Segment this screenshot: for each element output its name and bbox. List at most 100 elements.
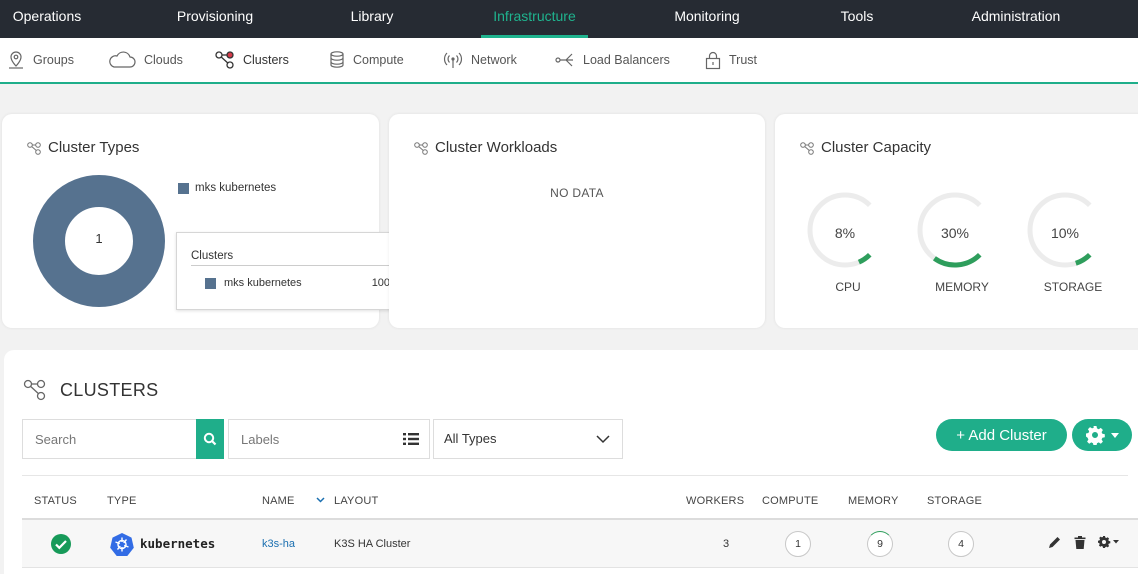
memory-gauge: 30% MEMORY [915,179,1025,309]
caret-down-icon [1111,432,1119,438]
gauge-ring [807,192,872,268]
gauge-percent: 10% [1050,225,1080,241]
storage-value: 4 [958,538,964,550]
chevron-down-icon [596,435,610,444]
settings-dropdown-button[interactable] [1072,419,1132,451]
clusters-icon [414,141,428,155]
column-header-type: TYPE [107,495,137,507]
card-title-text: Cluster Capacity [821,139,932,156]
gauge-ring [1027,192,1092,268]
labels-input[interactable] [229,420,429,458]
search-field [22,419,224,459]
subnav-clouds[interactable]: Clouds [107,47,183,73]
subnav-label: Trust [729,53,758,67]
clusters-icon [215,51,234,69]
subnav-trust[interactable]: Trust [704,47,757,73]
list-icon[interactable] [403,432,419,446]
table-row[interactable]: kubernetes k3s-ha K3S HA Cluster 3 1 9 4 [22,520,1138,568]
database-icon [330,51,344,68]
cluster-capacity-card: Cluster Capacity 8% CPU 30% MEMORY 10% S… [775,114,1138,328]
column-header-memory: MEMORY [848,495,899,507]
row-settings-icon[interactable] [1098,536,1120,548]
cluster-name-link[interactable]: k3s-ha [262,538,295,550]
add-cluster-button[interactable]: + Add Cluster [936,419,1067,451]
column-header-layout: LAYOUT [334,495,379,507]
legend-swatch [178,182,189,194]
subnav-groups[interactable]: Groups [6,47,74,73]
tooltip-swatch [205,277,216,289]
sub-navigation: Groups Clouds Clusters Compute Network L… [0,38,1138,84]
memory-indicator: 9 [867,531,893,557]
delete-icon[interactable] [1074,536,1086,549]
column-header-compute: COMPUTE [762,495,819,507]
labels-field [228,419,430,459]
gauge-percent: 30% [940,225,970,241]
gear-icon [1086,426,1105,445]
subnav-label: Load Balancers [583,53,670,67]
top-navigation: Operations Provisioning Library Infrastr… [0,0,1138,38]
clusters-icon [23,379,46,401]
nav-operations[interactable]: Operations [0,0,94,38]
search-icon [203,432,217,446]
cloud-icon [109,51,136,68]
section-divider [22,475,1128,476]
tooltip-row: mks kubernetes 100.0% [205,277,409,289]
memory-value: 9 [877,538,883,550]
nav-infrastructure[interactable]: Infrastructure [481,0,588,38]
cluster-types-title: Cluster Types [26,139,139,156]
compute-indicator: 1 [785,531,811,557]
subnav-network[interactable]: Network [442,47,517,73]
gauge-percent: 8% [834,225,856,241]
subnav-clusters[interactable]: Clusters [214,47,289,73]
legend-item[interactable]: mks kubernetes [178,182,276,194]
network-signal-icon [443,52,463,68]
tooltip-title: Clusters [191,250,234,262]
cluster-type-text: kubernetes [140,536,216,551]
gauge-ring [917,192,982,268]
subnav-compute[interactable]: Compute [328,47,404,73]
nav-tools[interactable]: Tools [830,0,884,38]
gauge-label: STORAGE [1043,280,1103,294]
no-data-message: NO DATA [550,186,604,200]
clusters-icon [800,141,814,155]
tooltip-label: mks kubernetes [224,277,302,289]
subnav-label: Compute [353,53,404,67]
nav-provisioning[interactable]: Provisioning [150,0,280,38]
subnav-label: Clusters [243,53,289,67]
cluster-workers: 3 [723,538,730,550]
nav-library[interactable]: Library [332,0,412,38]
clusters-section: CLUSTERS All Types + Add Cluster STATUS … [4,350,1138,574]
card-title-text: Cluster Workloads [435,139,558,156]
tooltip-divider [191,265,411,266]
edit-icon[interactable] [1048,536,1061,549]
gauge-label: MEMORY [935,280,989,294]
column-header-workers: WORKERS [686,495,745,507]
clusters-icon [27,141,41,155]
search-button[interactable] [196,419,224,459]
subnav-label: Groups [33,53,74,67]
cluster-capacity-title: Cluster Capacity [799,139,931,156]
search-input[interactable] [23,420,223,458]
compute-value: 1 [795,538,801,550]
nav-administration[interactable]: Administration [962,0,1070,38]
map-pin-icon [9,51,23,69]
sort-down-icon[interactable] [316,497,325,503]
column-header-name[interactable]: NAME [262,495,295,507]
lock-icon [705,51,721,70]
cpu-gauge: 8% CPU [805,179,915,309]
column-header-storage: STORAGE [927,495,982,507]
subnav-label: Clouds [144,53,183,67]
column-header-status: STATUS [34,495,77,507]
nav-monitoring[interactable]: Monitoring [662,0,752,38]
status-ok-icon [51,534,71,554]
clusters-heading: CLUSTERS [22,378,158,402]
load-balancer-icon [555,53,573,67]
cluster-layout: K3S HA Cluster [334,538,411,550]
gauge-label: CPU [835,280,861,294]
kubernetes-icon [110,533,134,556]
subnav-load-balancers[interactable]: Load Balancers [554,47,670,73]
subnav-label: Network [471,53,517,67]
cluster-workloads-card: Cluster Workloads NO DATA [389,114,765,328]
cluster-workloads-title: Cluster Workloads [413,139,557,156]
type-select[interactable]: All Types [433,419,623,459]
